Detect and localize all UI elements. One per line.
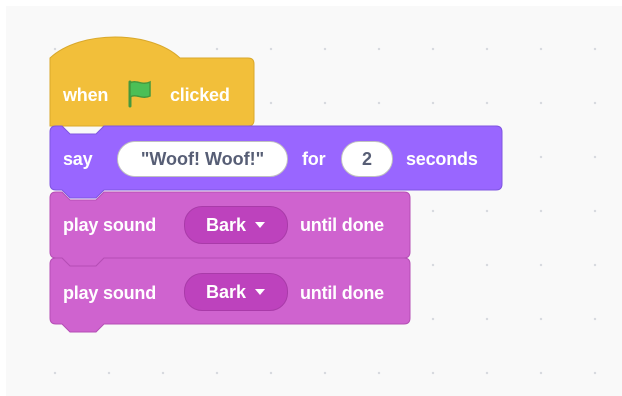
play-sound-label: play sound: [63, 283, 157, 303]
sound-dropdown[interactable]: Bark: [184, 273, 288, 311]
script-stack[interactable]: [0, 0, 622, 396]
until-done-label: until done: [300, 283, 384, 303]
when-label: when: [63, 85, 109, 105]
until-done-label: until done: [300, 215, 384, 235]
chevron-down-icon: [255, 222, 266, 228]
sound-dropdown-value: Bark: [205, 281, 247, 302]
sound-dropdown-value: Bark: [205, 214, 247, 235]
for-label: for: [302, 149, 326, 169]
say-label: say: [63, 149, 93, 169]
clicked-label: clicked: [170, 85, 230, 105]
when-flag-clicked-block[interactable]: [49, 36, 255, 127]
seconds-input[interactable]: 2: [341, 141, 393, 177]
say-message-input[interactable]: "Woof! Woof!": [117, 141, 288, 177]
play-sound-label: play sound: [63, 215, 157, 235]
sound-dropdown[interactable]: Bark: [184, 206, 288, 244]
seconds-label: seconds: [406, 149, 478, 169]
chevron-down-icon: [255, 289, 266, 295]
